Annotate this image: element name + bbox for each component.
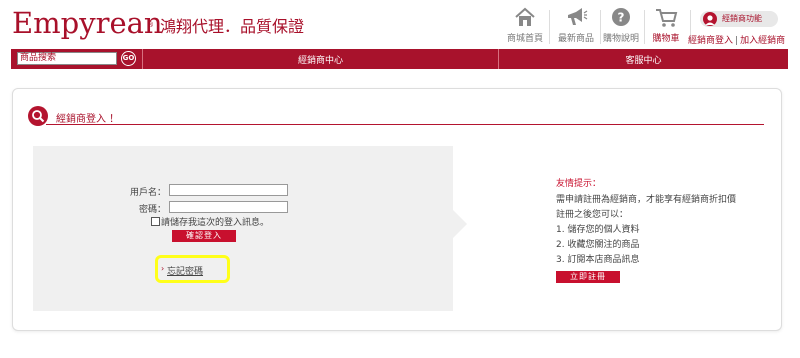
dealer-login-link[interactable]: 經銷商登入 [688, 36, 733, 46]
nav-new-products-label: 最新商品 [557, 34, 594, 44]
tab-dealer-center[interactable]: 經銷商中心 [143, 53, 498, 66]
nav-divider [549, 10, 550, 44]
nav-cart[interactable]: 購物車 [641, 6, 691, 44]
link-separator: | [735, 36, 739, 46]
tips-line: 3. 訂閱本店商品訊息 [556, 255, 640, 265]
remember-label: 請儲存我這次的登入訊息。 [161, 218, 270, 228]
forgot-password-link[interactable]: 忘記密碼 [167, 264, 203, 277]
register-now-button[interactable]: 立即註冊 [556, 271, 620, 283]
brand-logo[interactable]: Empyrean [12, 6, 163, 40]
dealer-menu-label: 經銷商功能 [722, 14, 762, 23]
question-icon: ? [612, 8, 630, 26]
nav-home[interactable]: 商城首頁 [500, 6, 550, 44]
dealer-join-link[interactable]: 加入經銷商 [740, 36, 785, 46]
search-icon [28, 106, 48, 126]
password-label: 密碼： [138, 205, 166, 215]
nav-help-label: 購物說明 [602, 34, 639, 44]
search-input[interactable]: 商品搜索 [17, 52, 117, 65]
brand-slogan: 鴻翔代理．品質保證 [160, 17, 305, 36]
remember-checkbox[interactable] [151, 217, 160, 226]
tips-line: 註冊之後您可以： [556, 210, 629, 220]
login-submit-button[interactable]: 確認登入 [172, 230, 236, 242]
page: Empyrean ® 鴻翔代理．品質保證 商城首頁 最新商品 ? 購物說明 購物… [0, 0, 800, 358]
tips-line: 需申請註冊為經銷商，才能享有經銷商折扣價 [556, 195, 737, 205]
header: Empyrean ® 鴻翔代理．品質保證 商城首頁 最新商品 ? 購物說明 購物… [0, 0, 800, 48]
nav-home-label: 商城首頁 [506, 34, 543, 44]
panel-pointer [453, 210, 467, 238]
password-field[interactable] [169, 201, 288, 213]
home-icon [515, 7, 535, 26]
remember-me[interactable]: 請儲存我這次的登入訊息。 [151, 215, 269, 228]
login-form-panel [33, 146, 453, 311]
tab-customer-service[interactable]: 客服中心 [499, 53, 788, 66]
registered-mark: ® [147, 21, 154, 29]
chevron-right-icon: › [161, 264, 165, 273]
nav-new-products[interactable]: 最新商品 [551, 6, 601, 44]
cart-icon [656, 9, 678, 27]
username-label: 用戶名： [129, 188, 166, 198]
dealer-links: 經銷商登入 | 加入經銷商 [688, 33, 785, 46]
user-icon [703, 12, 717, 26]
username-field[interactable] [169, 184, 288, 196]
nav-cart-label: 購物車 [652, 34, 680, 44]
tips-title: 友情提示： [556, 179, 602, 189]
title-underline [46, 124, 764, 125]
tips-line: 1. 儲存您的個人資料 [556, 225, 640, 235]
tips-line: 2. 收藏您關注的商品 [556, 240, 640, 250]
nav-help[interactable]: ? 購物說明 [596, 6, 646, 44]
section-title: 經銷商登入 ！ [56, 114, 120, 125]
search-go-button[interactable]: GO [121, 51, 136, 66]
dealer-menu-button[interactable]: 經銷商功能 [700, 11, 778, 27]
megaphone-icon [568, 8, 588, 25]
svg-text:?: ? [618, 11, 625, 25]
